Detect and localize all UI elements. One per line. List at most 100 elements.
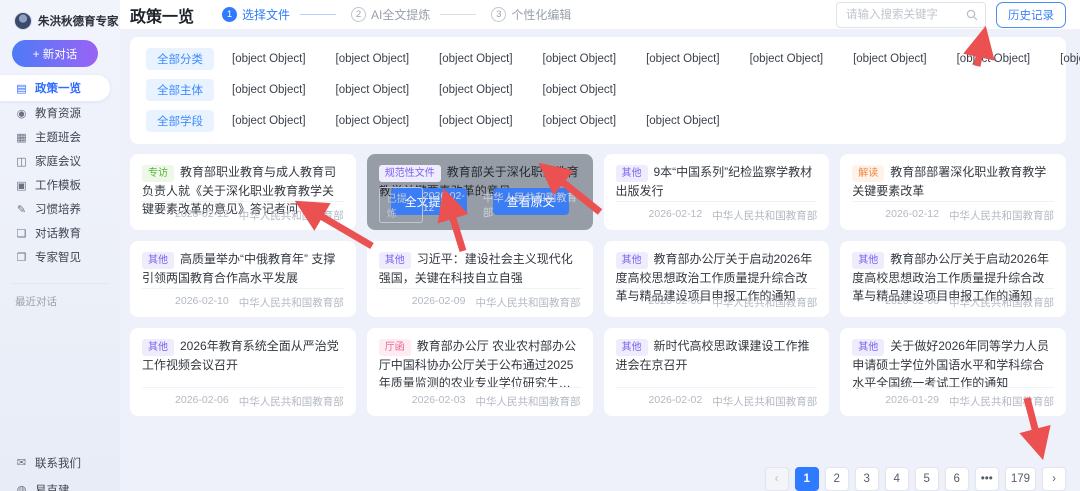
policy-card[interactable]: 其他习近平：建设社会主义现代化强国，关键在科技自立自强 全文提炼 查看原文 已提… [366,241,593,317]
filter-option[interactable]: [object Object] [232,84,306,96]
card-title-line: 其他 新时代高校思政课建设工作推进会在京召开 [615,337,818,374]
policy-card[interactable]: 其他2026年教育系统全面从严治党工作视频会议召开 全文提炼 查看原文 已提炼 … [130,328,356,416]
filter-option[interactable]: [object Object] [750,53,824,65]
filter-option[interactable]: [object Object] [646,53,720,65]
page-button[interactable]: 1 [794,467,819,491]
card-source: 中华人民共和国教育部 [712,210,818,222]
card-source: 中华人民共和国教育部 [238,396,344,408]
sidebar-item[interactable]: ◉ 教育资源 [0,101,110,125]
filter-options: [object Object] [object Object] [object … [232,53,1080,65]
card-source: 中华人民共和国教育部 [475,396,581,408]
topbar: 政策一览 1 选择文件 2 AI全文提炼 3 个性化编辑 请输入搜索关键字 历史… [120,0,1080,29]
filter-option[interactable]: [object Object] [336,53,410,65]
policy-card[interactable]: 其他 关于做好2026年同等学力人员申请硕士学位外国语水平和学科综合水平全国统一考… [840,328,1066,416]
page-button[interactable]: 5 [914,467,939,491]
filter-option[interactable]: [object Object] [439,53,513,65]
page-button[interactable]: ••• [974,467,999,491]
card-date: 2026-02-06 [885,295,939,307]
filter-option[interactable]: [object Object] [336,84,410,96]
filter-option[interactable]: [object Object] [232,53,306,65]
filter-option[interactable]: [object Object] [957,53,1031,65]
filter-all-button[interactable]: 全部学段 [146,110,214,132]
policy-card[interactable]: 其他高质量举办“中俄教育年” 支撑引领两国教育合作高水平发展 全文提炼 查看原文… [130,241,356,317]
category-tag: 其他 [615,252,648,269]
step-label: 个性化编辑 [511,8,572,22]
category-tag: 厅函 [378,339,411,356]
category-tag: 其他 [142,339,174,356]
sidebar: 朱洪秋德育专家 + 新对话 ▤ 政策一览 ◉ 教育资源 ▦ 主题班会 ◫ 家庭会… [0,0,120,491]
step: 3 个性化编辑 [430,6,571,23]
category-tag: 其他 [615,339,648,356]
theme-class-icon: ▦ [16,131,27,144]
search-icon[interactable] [966,9,978,21]
card-meta: 已提炼 2026-02-06 中华人民共和国教育部 [852,288,1054,310]
sidebar-footer-item[interactable]: ◍ 易克建 [0,476,120,491]
filter-option[interactable]: [object Object] [543,115,617,127]
policy-card[interactable]: 其他9本“中国系列”纪检监察学教材出版发行 全文提炼 查看原文 已提炼 2026… [603,154,830,230]
search-input[interactable] [836,1,986,28]
filter-all-button[interactable]: 全部分类 [146,48,214,70]
page-title: 政策一览 [130,8,195,26]
filter-option[interactable]: [object Object] [543,53,617,65]
category-tag: 其他 [142,252,174,269]
sidebar-item[interactable]: ✎ 习惯培养 [0,197,110,221]
card-date: 2026-02-10 [175,295,229,307]
filter-row: 全部主体 [object Object] [object Object] [ob… [146,79,1050,101]
policy-list-icon: ▤ [16,82,27,95]
page-button[interactable]: 179 [1004,467,1036,491]
policy-card[interactable]: 解读教育部部署深化职业教育教学关键要素改革 全文提炼 查看原文 已提炼 2026… [840,154,1066,230]
sidebar-item[interactable]: ▦ 主题班会 [0,125,110,149]
filter-option[interactable]: [object Object] [439,115,513,127]
policy-card[interactable]: 其他新时代高校思政课建设工作推进会在京召开 全文提炼 查看原文 已提炼 2026… [603,328,830,416]
card-meta-right: 2026-02-10 中华人民共和国教育部 [175,295,344,310]
card-title-line: 其他 高质量举办“中俄教育年” 支撑引领两国教育合作高水平发展 [142,250,344,287]
sidebar-item[interactable]: ▤ 政策一览 [0,75,110,101]
sidebar-footer-item[interactable]: ✉ 联系我们 [0,449,120,476]
page-button[interactable]: 2 [824,467,849,491]
policy-card[interactable]: 规范性文件教育部关于深化职业教育教学关键要素改革的意见 全文提炼 查看原文 已提… [366,154,593,230]
card-source: 中华人民共和国教育部 [949,210,1054,222]
work-template-icon: ▣ [16,179,27,192]
card-title-line: 厅函 教育部办公厅 农业农村部办公厅中国科协办公厅关于公布通过2025年质量监测的… [378,337,581,392]
card-date: 2026-02-03 [411,394,466,406]
card-source: 中华人民共和国教育部 [482,192,578,219]
sidebar-item[interactable]: ▣ 工作模板 [0,173,110,197]
filter-option[interactable]: [object Object] [543,84,617,96]
policy-card[interactable]: 厅函 教育部办公厅 农业农村部办公厅中国科协办公厅关于公布通过2025年质量监测的… [366,328,593,416]
user-profile[interactable]: 朱洪秋德育专家 [0,0,120,30]
card-meta: 已提炼 2026-02-12 中华人民共和国教育部 [852,201,1054,223]
prev-page-button[interactable]: ‹ [764,467,789,491]
page-button[interactable]: 6 [944,467,969,491]
history-button[interactable]: 历史记录 [996,1,1066,28]
sidebar-item[interactable]: ❏ 对话教育 [0,221,110,245]
filter-option[interactable]: [object Object] [1060,53,1080,65]
policy-card[interactable]: 专访 教育部职业教育与成人教育司负责人就《关于深化职业教育教学关键要素改革的意见》… [130,154,356,230]
next-page-button[interactable]: › [1042,467,1066,491]
card-title-line: 其他 习近平：建设社会主义现代化强国，关键在科技自立自强 [378,250,581,287]
page-button[interactable]: 3 [854,467,879,491]
page-button[interactable]: 4 [884,467,909,491]
filter-option[interactable]: [object Object] [646,115,720,127]
policy-card[interactable]: 其他 教育部办公厅关于启动2026年度高校思想政治工作质量提升综合改革与精品建设项… [603,241,830,317]
filter-all-button[interactable]: 全部主体 [146,79,214,101]
filter-option[interactable]: [object Object] [853,53,927,65]
policy-card-grid: 专访 教育部职业教育与成人教育司负责人就《关于深化职业教育教学关键要素改革的意见》… [130,154,1066,416]
sidebar-item[interactable]: ◫ 家庭会议 [0,149,110,173]
card-meta: 已提炼 2026-02-06 中华人民共和国教育部 [615,288,818,310]
policy-card[interactable]: 其他 教育部办公厅关于启动2026年度高校思想政治工作质量提升综合改革与精品建设项… [840,241,1066,317]
filter-option[interactable]: [object Object] [232,115,306,127]
expert-insight-icon: ❐ [16,251,27,264]
brand-icon: ◍ [16,484,27,491]
recent-section: 最近对话 [0,283,120,309]
card-meta-right: 2026-01-29 中华人民共和国教育部 [885,394,1054,409]
card-date: 2026-02-12 [422,190,465,214]
chat-education-icon: ❏ [16,227,27,240]
user-name: 朱洪秋德育专家 [38,16,119,28]
card-meta-right: 2026-02-06 中华人民共和国教育部 [885,295,1054,310]
filter-option[interactable]: [object Object] [439,84,513,96]
new-chat-button[interactable]: + 新对话 [12,40,98,67]
card-meta-right: 2026-02-06 中华人民共和国教育部 [175,394,344,409]
sidebar-item-label: 教育资源 [35,108,81,120]
sidebar-item[interactable]: ❐ 专家智见 [0,245,110,269]
filter-option[interactable]: [object Object] [336,115,410,127]
